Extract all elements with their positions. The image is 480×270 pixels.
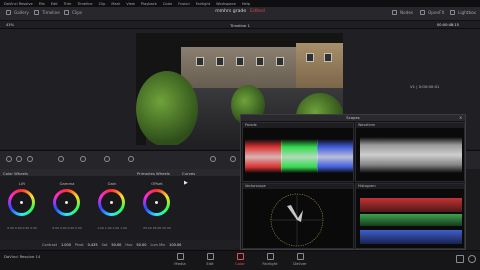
histogram-label: Histogram bbox=[356, 184, 464, 189]
lum-mix-value[interactable]: 100.00 bbox=[169, 243, 181, 247]
menu-item-help[interactable]: Help bbox=[242, 2, 250, 6]
offset-puck[interactable] bbox=[155, 201, 158, 204]
menu-item-timeline[interactable]: Timeline bbox=[77, 2, 92, 6]
color-wheels-header: Color Wheels Primaries Wheels Curves bbox=[0, 169, 243, 176]
color-icon bbox=[236, 253, 244, 260]
page-edit[interactable]: Edit bbox=[195, 253, 225, 266]
menu-item-app[interactable]: DaVinci Resolve bbox=[4, 2, 33, 6]
tracker-icon[interactable] bbox=[210, 156, 216, 162]
vectorscope-scope: Vectorscope bbox=[242, 183, 354, 249]
lift-label: Lift bbox=[19, 181, 25, 186]
blur-icon[interactable] bbox=[230, 156, 236, 162]
wheel-mode-selector[interactable]: Primaries Wheels bbox=[137, 171, 170, 176]
contrast-value[interactable]: 1.000 bbox=[61, 243, 71, 247]
gamma-wheel[interactable] bbox=[53, 189, 80, 216]
menu-item-edit[interactable]: Edit bbox=[51, 2, 58, 6]
page-fairlight[interactable]: Fairlight bbox=[255, 253, 285, 266]
gain-label: Gain bbox=[107, 181, 117, 186]
menu-item-trim[interactable]: Trim bbox=[64, 2, 72, 6]
page-nav-bar: DaVinci Resolve 14 Media Edit Color Fair… bbox=[0, 250, 480, 270]
histogram-green bbox=[360, 214, 462, 226]
histogram-blue bbox=[360, 230, 462, 244]
lift-values[interactable]: 0.00 0.00 0.00 0.00 bbox=[2, 226, 42, 230]
parade-red bbox=[245, 135, 282, 175]
hue-label: Hue bbox=[125, 242, 133, 247]
gamma-values[interactable]: 0.00 0.00 0.00 0.00 bbox=[47, 226, 87, 230]
pivot-label: Pivot bbox=[75, 242, 84, 247]
scopes-window[interactable]: Scopes × Parade Waveform Vectorscope His… bbox=[240, 114, 466, 250]
menu-item-mark[interactable]: Mark bbox=[111, 2, 120, 6]
gamma-puck[interactable] bbox=[65, 201, 68, 204]
parade-blue bbox=[317, 135, 353, 175]
parade-scope: Parade bbox=[242, 122, 354, 182]
sat-label: Sat bbox=[101, 242, 108, 247]
fairlight-icon bbox=[266, 253, 274, 260]
menu-item-file[interactable]: File bbox=[39, 2, 45, 6]
close-icon[interactable]: × bbox=[459, 115, 462, 120]
primaries-icon[interactable] bbox=[58, 156, 64, 162]
clip-label: V1 | 0:00:00:01 bbox=[410, 84, 440, 89]
camera-raw-icon[interactable] bbox=[27, 156, 33, 162]
menu-bar: DaVinci Resolve File Edit Trim Timeline … bbox=[0, 0, 480, 7]
waveform-scope: Waveform bbox=[355, 122, 465, 182]
frame-tree-left bbox=[136, 71, 198, 145]
qualifier-icon[interactable] bbox=[104, 156, 110, 162]
scopes-title: Scopes bbox=[241, 115, 465, 121]
histogram-scope: Histogram bbox=[355, 183, 465, 249]
parade-green bbox=[281, 135, 318, 175]
color-wheels-title: Color Wheels bbox=[3, 170, 28, 176]
vectorscope-label: Vectorscope bbox=[243, 184, 353, 189]
edited-badge: Edited bbox=[250, 9, 265, 14]
media-icon bbox=[176, 253, 184, 260]
viewer-toolbar: 43% Timeline 1 00:00:48:15 bbox=[0, 21, 480, 29]
offset-values[interactable]: 25.00 25.00 25.00 bbox=[137, 226, 177, 230]
adjustment-bar: Contrast 1.000 Pivot 0.435 Sat 50.00 Hue 50.… bbox=[0, 240, 243, 249]
page-media[interactable]: Media bbox=[165, 253, 195, 266]
gamma-label: Gamma bbox=[59, 181, 75, 186]
menu-item-fairlight[interactable]: Fairlight bbox=[196, 2, 210, 6]
settings-icon[interactable] bbox=[468, 255, 476, 263]
offset-wheel[interactable] bbox=[143, 189, 170, 216]
lift-wheel[interactable] bbox=[8, 189, 35, 216]
viewer-timecode: 00:00:48:15 bbox=[437, 22, 459, 27]
page-color[interactable]: Color bbox=[225, 253, 255, 266]
sat-value[interactable]: 50.00 bbox=[111, 243, 121, 247]
menu-item-playback[interactable]: Playback bbox=[141, 2, 157, 6]
vectorscope-graticule bbox=[270, 193, 324, 247]
menu-item-color[interactable]: Color bbox=[163, 2, 172, 6]
play-icon[interactable]: ▶ bbox=[184, 180, 188, 186]
offset-label: Offset bbox=[151, 181, 163, 186]
hue-value[interactable]: 50.00 bbox=[136, 243, 146, 247]
lift-puck[interactable] bbox=[20, 201, 23, 204]
waveform-trace bbox=[360, 135, 462, 175]
gain-values[interactable]: 1.00 1.00 1.00 1.00 bbox=[92, 226, 132, 230]
pivot-value[interactable]: 0.435 bbox=[88, 243, 98, 247]
window-icon[interactable] bbox=[128, 156, 134, 162]
timeline-name[interactable]: Timeline 1 bbox=[0, 23, 480, 28]
curves-tab[interactable]: Curves bbox=[182, 171, 195, 176]
menu-item-fusion[interactable]: Fusion bbox=[178, 2, 190, 6]
picker-icon[interactable] bbox=[6, 156, 12, 162]
menu-item-view[interactable]: View bbox=[126, 2, 135, 6]
gain-puck[interactable] bbox=[110, 201, 113, 204]
page-deliver[interactable]: Deliver bbox=[285, 253, 315, 266]
edit-icon bbox=[206, 253, 214, 260]
deliver-icon bbox=[296, 253, 304, 260]
app-name: DaVinci Resolve 14 bbox=[4, 254, 41, 259]
home-icon[interactable] bbox=[456, 255, 464, 263]
wheel-mode-icon[interactable] bbox=[16, 156, 22, 162]
gain-wheel[interactable] bbox=[98, 189, 125, 216]
menu-item-clip[interactable]: Clip bbox=[99, 2, 106, 6]
menu-item-workspace[interactable]: Workspace bbox=[216, 2, 236, 6]
contrast-label: Contrast bbox=[42, 242, 57, 247]
curves-icon[interactable] bbox=[80, 156, 86, 162]
parade-label: Parade bbox=[243, 123, 353, 128]
lum-mix-label: Lum Mix bbox=[150, 242, 166, 247]
waveform-label: Waveform bbox=[356, 123, 464, 128]
histogram-red bbox=[360, 198, 462, 212]
project-title: mmhrs grade Edited bbox=[215, 9, 265, 14]
